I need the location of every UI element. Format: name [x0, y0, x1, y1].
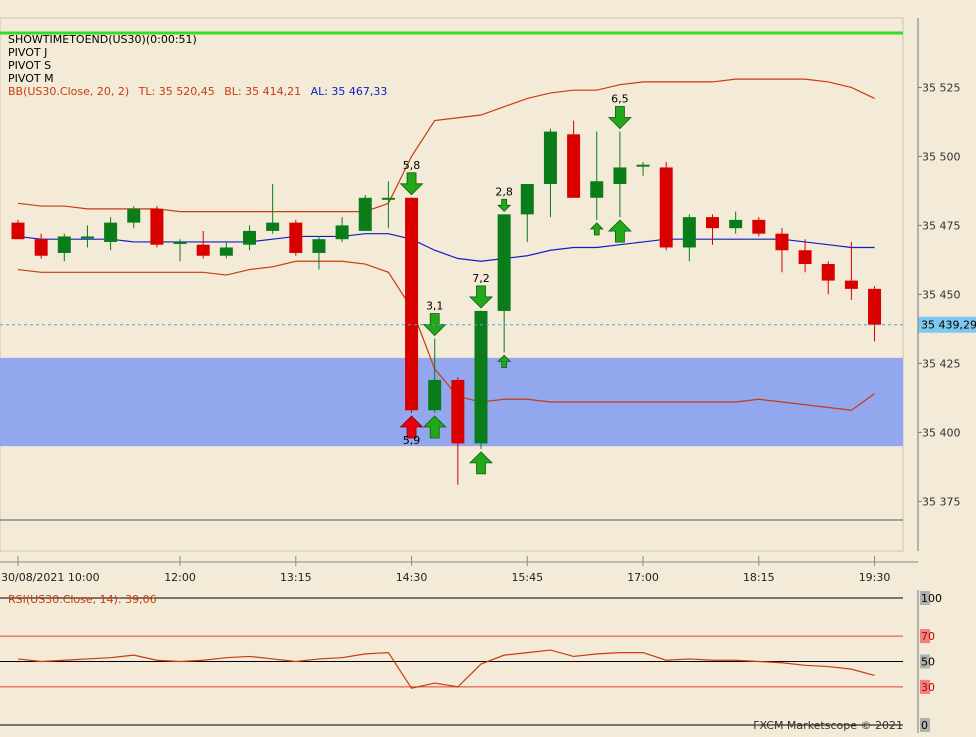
- signal-label: 3,1: [426, 300, 444, 313]
- bb-label: BB(US30.Close, 20, 2): [8, 85, 130, 98]
- chart-canvas: 5,8 5,9 3,1 7,2 2,8 6,5 35 439,29 35 375 35 400 3…: [0, 17, 976, 733]
- indicator-label-pivot-s: PIVOT S: [8, 59, 52, 72]
- signal-label: 2,8: [495, 185, 513, 198]
- rsi-tick-label: 0: [921, 719, 928, 732]
- bull-candle: [497, 214, 511, 311]
- time-tick-label: 19:30: [859, 571, 891, 584]
- signal-arrow-down: [607, 106, 632, 130]
- bear-candle: [150, 208, 164, 245]
- signal-arrow-up: [607, 219, 632, 243]
- rsi-tick-label: 30: [921, 681, 935, 694]
- bear-candle: [405, 197, 419, 411]
- bull-candle: [173, 241, 187, 244]
- bear-candle: [868, 288, 882, 325]
- bb-bottom-value: BL: 35 414,21: [224, 85, 302, 98]
- bull-candle: [474, 310, 488, 444]
- watermark: FXCM Marketscope © 2021: [753, 719, 903, 732]
- price-tick-label: 35 375: [922, 495, 961, 508]
- signal-label: 7,2: [472, 272, 490, 285]
- rsi-tick-label: 50: [921, 656, 935, 669]
- signal-label: 5,9: [403, 434, 421, 447]
- indicator-label-pivot-j: PIVOT J: [8, 46, 48, 59]
- time-tick-label: 30/08/2021 10:00: [1, 571, 100, 584]
- bear-candle: [196, 244, 210, 256]
- bb-middle-line: [17, 233, 875, 262]
- bear-candle: [798, 250, 812, 265]
- bull-candle: [312, 239, 326, 253]
- price-tick-label: 35 500: [922, 150, 961, 163]
- current-price-label: 35 439,29: [921, 319, 976, 332]
- bb-top-value: TL: 35 520,45: [138, 85, 215, 98]
- bull-candle: [729, 219, 743, 229]
- bull-candle: [335, 225, 349, 240]
- chart-window: 5,8 5,9 3,1 7,2 2,8 6,5 35 439,29 35 375 35 400 3…: [0, 0, 976, 733]
- bull-candle: [243, 230, 256, 245]
- rsi-title: RSI(US30.Close, 14): 39,06: [8, 593, 157, 606]
- bear-candle: [821, 264, 835, 281]
- bull-candle: [358, 197, 372, 231]
- time-tick-label: 13:15: [280, 571, 312, 584]
- time-tick-label: 17:00: [627, 571, 659, 584]
- time-tick-label: 15:45: [511, 571, 543, 584]
- price-tick-label: 35 475: [922, 219, 961, 232]
- bull-candle: [219, 247, 233, 256]
- bear-candle: [844, 280, 858, 289]
- price-tick-label: 35 525: [922, 81, 961, 94]
- bear-candle: [34, 239, 48, 256]
- bollinger-legend: BB(US30.Close, 20, 2) TL: 35 520,45 BL: …: [8, 85, 387, 98]
- bull-candle: [104, 222, 118, 242]
- price-tick-label: 35 425: [922, 357, 961, 370]
- signal-arrow-down: [399, 172, 424, 196]
- bull-candle: [428, 379, 442, 411]
- bull-candle: [127, 208, 141, 223]
- bear-candle: [659, 167, 673, 248]
- signal-arrow-down: [497, 198, 512, 212]
- bear-candle: [451, 379, 465, 444]
- indicator-label-pivot-m: PIVOT M: [8, 72, 54, 85]
- signal-arrow-up: [469, 451, 493, 475]
- indicator-label-showtime: SHOWTIMETOEND(US30)(0:00:51): [8, 33, 197, 46]
- price-tick-label: 35 400: [922, 426, 961, 439]
- bull-candle: [520, 184, 534, 215]
- bull-candle: [682, 217, 696, 248]
- bull-candle: [80, 236, 94, 239]
- bull-candle: [543, 131, 557, 185]
- bull-candle: [636, 164, 650, 167]
- bb-upper-line: [17, 78, 875, 213]
- bull-candle: [266, 222, 280, 231]
- signal-label: 5,8: [403, 159, 421, 172]
- rsi-tick-label: 100: [921, 592, 942, 605]
- time-tick-label: 12:00: [164, 571, 196, 584]
- bear-candle: [567, 134, 581, 198]
- signal-arrow-up: [589, 222, 604, 236]
- signal-label: 6,5: [611, 93, 629, 106]
- rsi-tick-label: 70: [921, 630, 935, 643]
- time-tick-label: 18:15: [743, 571, 775, 584]
- bear-candle: [775, 233, 789, 251]
- signal-arrow-down: [469, 285, 493, 309]
- bear-candle: [289, 222, 303, 253]
- bull-candle: [57, 236, 71, 253]
- bear-candle: [11, 222, 25, 240]
- time-tick-label: 14:30: [396, 571, 428, 584]
- bull-candle: [613, 167, 627, 185]
- bull-candle: [590, 181, 604, 198]
- bear-candle: [706, 217, 719, 229]
- bear-candle: [752, 219, 766, 234]
- bb-average-value: AL: 35 467,33: [310, 85, 388, 98]
- price-tick-label: 35 450: [922, 288, 961, 301]
- bull-candle: [381, 197, 395, 200]
